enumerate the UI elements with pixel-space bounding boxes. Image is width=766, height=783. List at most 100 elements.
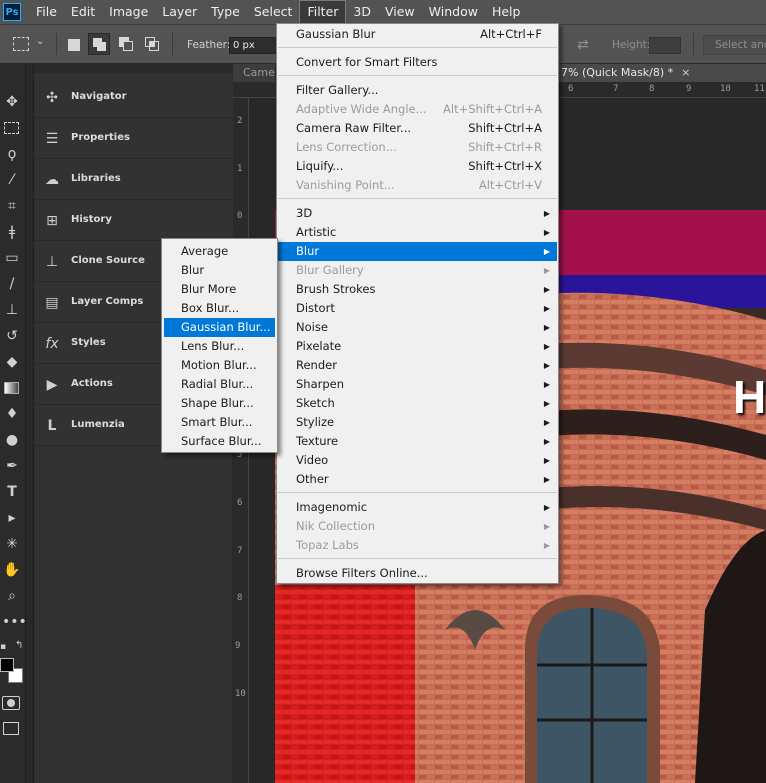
marquee-tool-icon[interactable] [2, 118, 22, 138]
menu-select[interactable]: Select [247, 0, 300, 24]
menu-item-shortcut: Shift+Ctrl+X [468, 159, 542, 173]
submenu-arrow-icon: ▶ [543, 475, 550, 484]
menu-item-3d[interactable]: 3D ▶ [278, 204, 557, 223]
quick-mask-icon[interactable] [2, 696, 20, 710]
menu-item-blur[interactable]: Blur ▶ [278, 242, 557, 261]
move-tool-icon[interactable]: ✥ [2, 92, 22, 112]
menu-item-browse-filters-online[interactable]: Browse Filters Online... [278, 564, 557, 583]
menu-layer[interactable]: Layer [155, 0, 204, 24]
menu-item-sharpen[interactable]: Sharpen ▶ [278, 375, 557, 394]
crop-tool-icon[interactable]: ⌗ [2, 196, 22, 216]
eyedropper-tool-icon[interactable]: ǂ [2, 222, 22, 242]
menu-item-render[interactable]: Render ▶ [278, 356, 557, 375]
submenu-item-lens-blur[interactable]: Lens Blur... [164, 337, 275, 356]
menu-item-stylize[interactable]: Stylize ▶ [278, 413, 557, 432]
menu-filter[interactable]: Filter [299, 0, 347, 24]
menu-item-sketch[interactable]: Sketch ▶ [278, 394, 557, 413]
panel-navigator[interactable]: ✣ Navigator [34, 77, 233, 118]
menu-item-noise[interactable]: Noise ▶ [278, 318, 557, 337]
navigator-icon: ✣ [46, 90, 58, 106]
menu-item-artistic[interactable]: Artistic ▶ [278, 223, 557, 242]
screen-mode-icon[interactable] [3, 722, 19, 735]
foreground-color-swatch[interactable] [0, 658, 14, 672]
menu-item-label: Video [296, 453, 329, 467]
gradient-tool-icon[interactable] [2, 378, 22, 398]
submenu-item-blur[interactable]: Blur [164, 261, 275, 280]
menu-image[interactable]: Image [102, 0, 155, 24]
history-brush-tool-icon[interactable]: ↺ [2, 326, 22, 346]
healing-brush-tool-icon[interactable]: ▭ [2, 248, 22, 268]
marquee-tool-preset-icon[interactable] [13, 37, 29, 51]
blur-tool-icon[interactable]: ♦ [2, 404, 22, 424]
document-tab-active[interactable]: 7% (Quick Mask/8) * × [557, 64, 766, 82]
close-icon[interactable]: × [681, 66, 690, 79]
menu-item-gaussian-blur-last[interactable]: Gaussian Blur Alt+Ctrl+F [278, 25, 557, 44]
path-selection-tool-icon[interactable]: ▸ [2, 508, 22, 528]
menu-3d[interactable]: 3D [346, 0, 378, 24]
submenu-arrow-icon: ▶ [543, 380, 550, 389]
menu-item-distort[interactable]: Distort ▶ [278, 299, 557, 318]
subtract-from-selection-icon[interactable] [119, 37, 133, 51]
menu-item-liquify[interactable]: Liquify... Shift+Ctrl+X [278, 157, 557, 176]
layer-comps-icon: ▤ [45, 295, 59, 311]
menu-item-pixelate[interactable]: Pixelate ▶ [278, 337, 557, 356]
lasso-tool-icon[interactable]: ϙ [2, 144, 22, 164]
default-colors-icon[interactable]: ▪ [0, 642, 6, 652]
swap-icon[interactable]: ⇄ [577, 37, 589, 53]
more-tools-icon[interactable]: ••• [2, 612, 27, 632]
menu-item-camera-raw-filter[interactable]: Camera Raw Filter... Shift+Ctrl+A [278, 119, 557, 138]
ruler-number: 11 [754, 84, 765, 94]
menu-item-video[interactable]: Video ▶ [278, 451, 557, 470]
menu-type[interactable]: Type [204, 0, 247, 24]
menu-item-vanishing-point: Vanishing Point... Alt+Ctrl+V [278, 176, 557, 195]
menu-item-other[interactable]: Other ▶ [278, 470, 557, 489]
menu-help[interactable]: Help [485, 0, 528, 24]
swap-colors-icon[interactable]: ↰ [15, 640, 23, 651]
type-tool-icon[interactable]: T [2, 482, 22, 502]
menu-edit[interactable]: Edit [64, 0, 102, 24]
submenu-item-smart-blur[interactable]: Smart Blur... [164, 413, 275, 432]
submenu-item-radial-blur[interactable]: Radial Blur... [164, 375, 275, 394]
submenu-item-box-blur[interactable]: Box Blur... [164, 299, 275, 318]
dodge-tool-icon[interactable]: ● [2, 430, 22, 450]
hand-tool-icon[interactable]: ✋ [2, 560, 22, 580]
menu-item-convert-smart-filters[interactable]: Convert for Smart Filters [278, 53, 557, 72]
eraser-tool-icon[interactable]: ◆ [2, 352, 22, 372]
chevron-down-icon[interactable]: ⌄ [36, 36, 44, 47]
submenu-item-shape-blur[interactable]: Shape Blur... [164, 394, 275, 413]
new-selection-icon[interactable] [68, 39, 80, 51]
submenu-item-average[interactable]: Average [164, 242, 275, 261]
menu-item-brush-strokes[interactable]: Brush Strokes ▶ [278, 280, 557, 299]
submenu-item-motion-blur[interactable]: Motion Blur... [164, 356, 275, 375]
zoom-tool-icon[interactable]: ⌕ [2, 586, 22, 606]
select-and-mask-button[interactable]: Select and [703, 35, 766, 55]
menu-item-label: Stylize [296, 415, 335, 429]
intersect-selection-icon[interactable] [145, 37, 159, 51]
add-to-selection-icon[interactable] [88, 33, 110, 55]
menu-window[interactable]: Window [422, 0, 485, 24]
ruler-number: 10 [720, 84, 731, 94]
submenu-item-blur-more[interactable]: Blur More [164, 280, 275, 299]
blur-submenu: Average Blur Blur More Box Blur... Gauss… [161, 238, 278, 453]
document-tab-inactive[interactable]: Camer [233, 64, 275, 82]
menu-item-texture[interactable]: Texture ▶ [278, 432, 557, 451]
brush-tool-icon[interactable]: / [2, 274, 22, 294]
panel-history[interactable]: ⊞ History [34, 200, 233, 241]
menu-item-imagenomic[interactable]: Imagenomic ▶ [278, 498, 557, 517]
menu-file[interactable]: File [29, 0, 64, 24]
menu-view[interactable]: View [378, 0, 422, 24]
feather-input[interactable]: 0 px [229, 37, 277, 54]
magic-wand-tool-icon[interactable]: ⁄ [2, 170, 22, 190]
panel-properties[interactable]: ☰ Properties [34, 118, 233, 159]
height-input[interactable] [649, 37, 681, 54]
menu-item-filter-gallery[interactable]: Filter Gallery... [278, 81, 557, 100]
pen-tool-icon[interactable]: ✒ [2, 456, 22, 476]
clone-stamp-tool-icon[interactable]: ⊥ [2, 300, 22, 320]
panel-libraries[interactable]: ☁ Libraries [34, 159, 233, 200]
panel-dock-grip[interactable] [34, 64, 233, 73]
shape-tool-icon[interactable]: ✳ [2, 534, 22, 554]
submenu-arrow-icon: ▶ [543, 304, 550, 313]
submenu-item-gaussian-blur[interactable]: Gaussian Blur... [164, 318, 275, 337]
submenu-item-surface-blur[interactable]: Surface Blur... [164, 432, 275, 451]
menu-item-label: Pixelate [296, 339, 342, 353]
